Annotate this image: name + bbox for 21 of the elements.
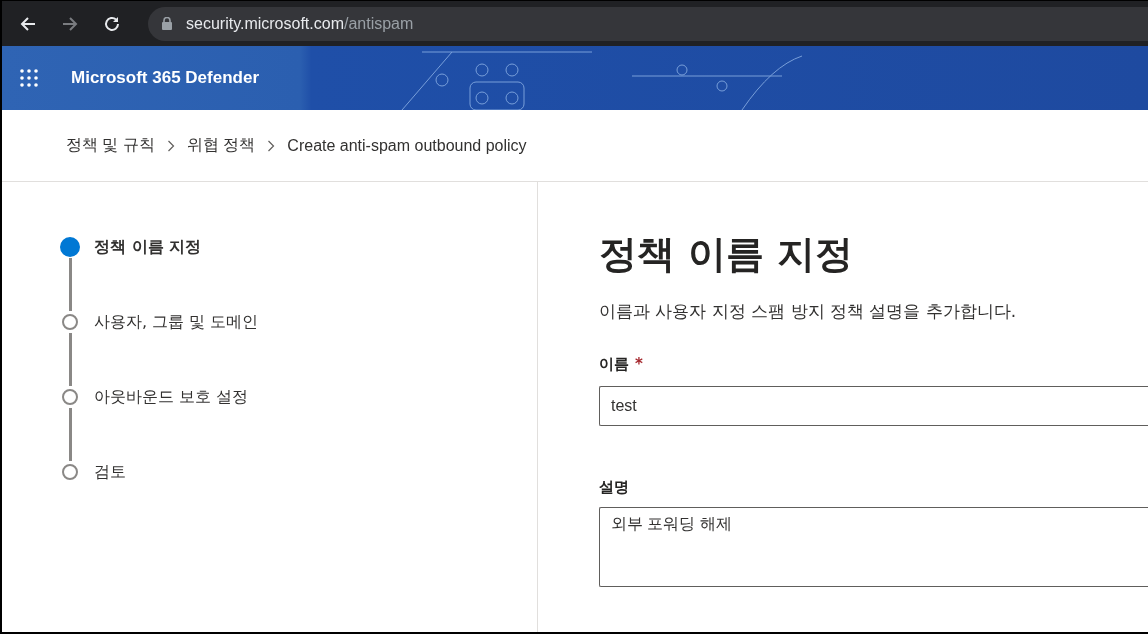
name-input-field[interactable]: test: [599, 386, 1148, 426]
url-text: security.microsoft.com/antispam: [186, 14, 414, 33]
chevron-right-icon: [166, 139, 175, 152]
step-label[interactable]: 정책 이름 지정: [94, 236, 202, 258]
app-title: Microsoft 365 Defender: [71, 68, 259, 88]
step-label[interactable]: 사용자, 그룹 및 도메인: [94, 311, 259, 333]
breadcrumb-link[interactable]: 위협 정책: [186, 135, 256, 156]
description-text-area[interactable]: 외부 포워딩 해제: [599, 507, 1148, 587]
lock-icon: [162, 17, 172, 30]
address-bar[interactable]: security.microsoft.com/antispam: [148, 6, 1148, 41]
step-label[interactable]: 아웃바운드 보호 설정: [94, 386, 249, 408]
required-mark: *: [635, 355, 643, 374]
field-label: 설명: [599, 478, 629, 497]
description-text: 이름과 사용자 지정 스팸 방지 정책 설명을 추가합니다.: [599, 300, 1018, 323]
step-label[interactable]: 검토: [94, 461, 126, 483]
chevron-right-icon: [267, 139, 276, 152]
breadcrumb-link[interactable]: 정책 및 규칙: [66, 135, 155, 156]
breadcrumb-current: Create anti-spam outbound policy: [287, 136, 527, 155]
field-label: 이름: [599, 355, 629, 374]
app-launcher-icon[interactable]: [20, 69, 38, 87]
page-title: 정책 이름 지정: [599, 231, 855, 278]
